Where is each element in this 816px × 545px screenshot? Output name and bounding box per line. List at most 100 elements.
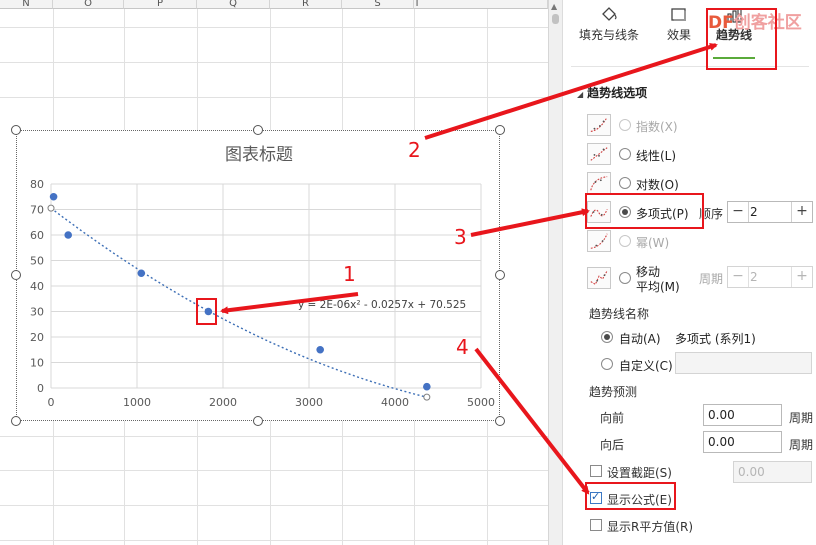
- resize-handle-tm[interactable]: [253, 125, 263, 135]
- data-point[interactable]: [137, 269, 146, 278]
- tab-effects[interactable]: 效果: [661, 6, 697, 43]
- chart-object[interactable]: 图表标题 0 10 20 30 40 50 60 70 80 0 1000 2000 3000 4000 5…: [16, 130, 500, 421]
- resize-handle-tl[interactable]: [11, 125, 21, 135]
- scroll-up-arrow-icon[interactable]: ▲: [551, 2, 557, 11]
- set-intercept-checkbox[interactable]: [590, 465, 602, 477]
- format-trendline-panel: 填充与线条 效果 趋势线 ◢ 趋势线选项 指数(X) 线性(L) 对数(O) 多…: [562, 0, 816, 545]
- annotation-number-2: 2: [408, 138, 421, 162]
- grid-line: [0, 540, 548, 541]
- column-header-o[interactable]: O: [53, 0, 124, 9]
- x-tick-label: 2000: [209, 396, 237, 409]
- period-stepper[interactable]: − 2 +: [727, 266, 813, 288]
- column-header-r[interactable]: R: [270, 0, 342, 9]
- option-label: 幂(W): [636, 236, 670, 250]
- resize-handle-ml[interactable]: [11, 270, 21, 280]
- show-r-squared-checkbox[interactable]: [590, 519, 602, 531]
- resize-handle-bm[interactable]: [253, 416, 263, 426]
- x-tick-label: 4000: [381, 396, 409, 409]
- effects-icon: [671, 8, 686, 21]
- period-increment-button[interactable]: +: [791, 267, 812, 287]
- column-header-s[interactable]: S: [342, 0, 414, 9]
- y-tick-label: 40: [30, 280, 44, 293]
- radio-moving-average[interactable]: [619, 272, 631, 284]
- y-tick-label: 60: [30, 229, 44, 242]
- exponential-trend-icon: [587, 114, 611, 136]
- annotation-box-1: [196, 298, 217, 325]
- radio-name-auto[interactable]: [601, 331, 613, 343]
- logarithmic-trend-icon: [587, 172, 611, 194]
- grid-line: [0, 62, 548, 63]
- tab-fill-and-line[interactable]: 填充与线条: [577, 6, 641, 43]
- column-header-t[interactable]: T: [414, 0, 548, 9]
- grid-line: [0, 27, 548, 28]
- backward-input[interactable]: 0.00: [703, 431, 782, 453]
- trendline-equation-label[interactable]: y = 2E-06x² - 0.0257x + 70.525: [298, 299, 466, 311]
- radio-logarithmic[interactable]: [619, 177, 631, 189]
- period-label: 周期: [699, 272, 724, 286]
- period-value[interactable]: 2: [750, 270, 758, 284]
- y-tick-label: 80: [30, 178, 44, 191]
- show-r-squared-label: 显示R平方值(R): [607, 520, 694, 534]
- radio-exponential[interactable]: [619, 119, 631, 131]
- annotation-box-2: [706, 8, 777, 70]
- radio-power[interactable]: [619, 235, 631, 247]
- data-point[interactable]: [64, 231, 72, 239]
- trendline-endpoint: [47, 204, 55, 212]
- resize-handle-br[interactable]: [495, 416, 505, 426]
- custom-name-input[interactable]: [675, 352, 812, 374]
- auto-name-value: 多项式 (系列1): [675, 332, 756, 346]
- annotation-box-3: [585, 193, 704, 229]
- column-header-p[interactable]: P: [124, 0, 197, 9]
- option-name-auto[interactable]: 自动(A) 多项式 (系列1): [577, 326, 807, 352]
- set-intercept-label: 设置截距(S): [607, 466, 672, 480]
- option-name-custom[interactable]: 自定义(C): [577, 353, 677, 379]
- intercept-input[interactable]: 0.00: [733, 461, 812, 483]
- resize-handle-bl[interactable]: [11, 416, 21, 426]
- x-tick-label: 3000: [295, 396, 323, 409]
- data-point[interactable]: [316, 345, 324, 354]
- column-header-n[interactable]: N: [0, 0, 53, 9]
- x-tick-label: 1000: [123, 396, 151, 409]
- forward-input[interactable]: 0.00: [703, 404, 782, 426]
- scrollbar-thumb[interactable]: [552, 14, 559, 24]
- grid-line: [0, 505, 548, 506]
- option-power[interactable]: 幂(W): [587, 230, 807, 256]
- forecast-header: 趋势预测: [589, 385, 638, 399]
- y-tick-label: 70: [30, 204, 44, 217]
- data-point[interactable]: [423, 382, 431, 391]
- order-stepper[interactable]: − 2 +: [727, 201, 813, 223]
- forward-label: 向前: [600, 411, 625, 425]
- column-header-q[interactable]: Q: [197, 0, 270, 9]
- data-point[interactable]: [49, 192, 58, 201]
- annotation-number-4: 4: [456, 335, 469, 359]
- paint-bucket-icon: [602, 7, 617, 21]
- order-decrement-button[interactable]: −: [728, 202, 749, 222]
- trendline-endpoint: [423, 393, 431, 401]
- grid-line: [0, 436, 548, 437]
- data-points[interactable]: [47, 192, 431, 401]
- backward-label: 向后: [600, 438, 625, 452]
- radio-name-custom[interactable]: [601, 358, 613, 370]
- option-label: 线性(L): [636, 149, 677, 163]
- option-exponential[interactable]: 指数(X): [587, 114, 807, 140]
- x-tick-label: 5000: [467, 396, 495, 409]
- chart-title[interactable]: 图表标题: [225, 145, 293, 165]
- vertical-scrollbar[interactable]: ▲: [548, 0, 562, 545]
- order-increment-button[interactable]: +: [791, 202, 812, 222]
- tab-label: 效果: [666, 28, 691, 42]
- annotation-number-1: 1: [343, 262, 356, 286]
- option-linear[interactable]: 线性(L): [587, 143, 807, 169]
- radio-linear[interactable]: [619, 148, 631, 160]
- trendline-options-header[interactable]: ◢ 趋势线选项: [577, 84, 647, 101]
- order-value[interactable]: 2: [750, 205, 758, 219]
- collapse-triangle-icon: ◢: [577, 90, 584, 99]
- resize-handle-tr[interactable]: [495, 125, 505, 135]
- x-tick-label: 0: [48, 396, 55, 409]
- tab-label: 填充与线条: [578, 28, 639, 42]
- y-tick-label: 20: [30, 331, 44, 344]
- scatter-chart[interactable]: 图表标题 0 10 20 30 40 50 60 70 80 0 1000 2000 3000 4000 5…: [17, 131, 501, 422]
- spreadsheet-grid[interactable]: N O P Q R S T 图表标题 0 10 20 30 40 50 60 70 80 0 100…: [0, 0, 548, 545]
- resize-handle-mr[interactable]: [495, 270, 505, 280]
- period-decrement-button[interactable]: −: [728, 267, 749, 287]
- y-tick-label: 30: [30, 306, 44, 319]
